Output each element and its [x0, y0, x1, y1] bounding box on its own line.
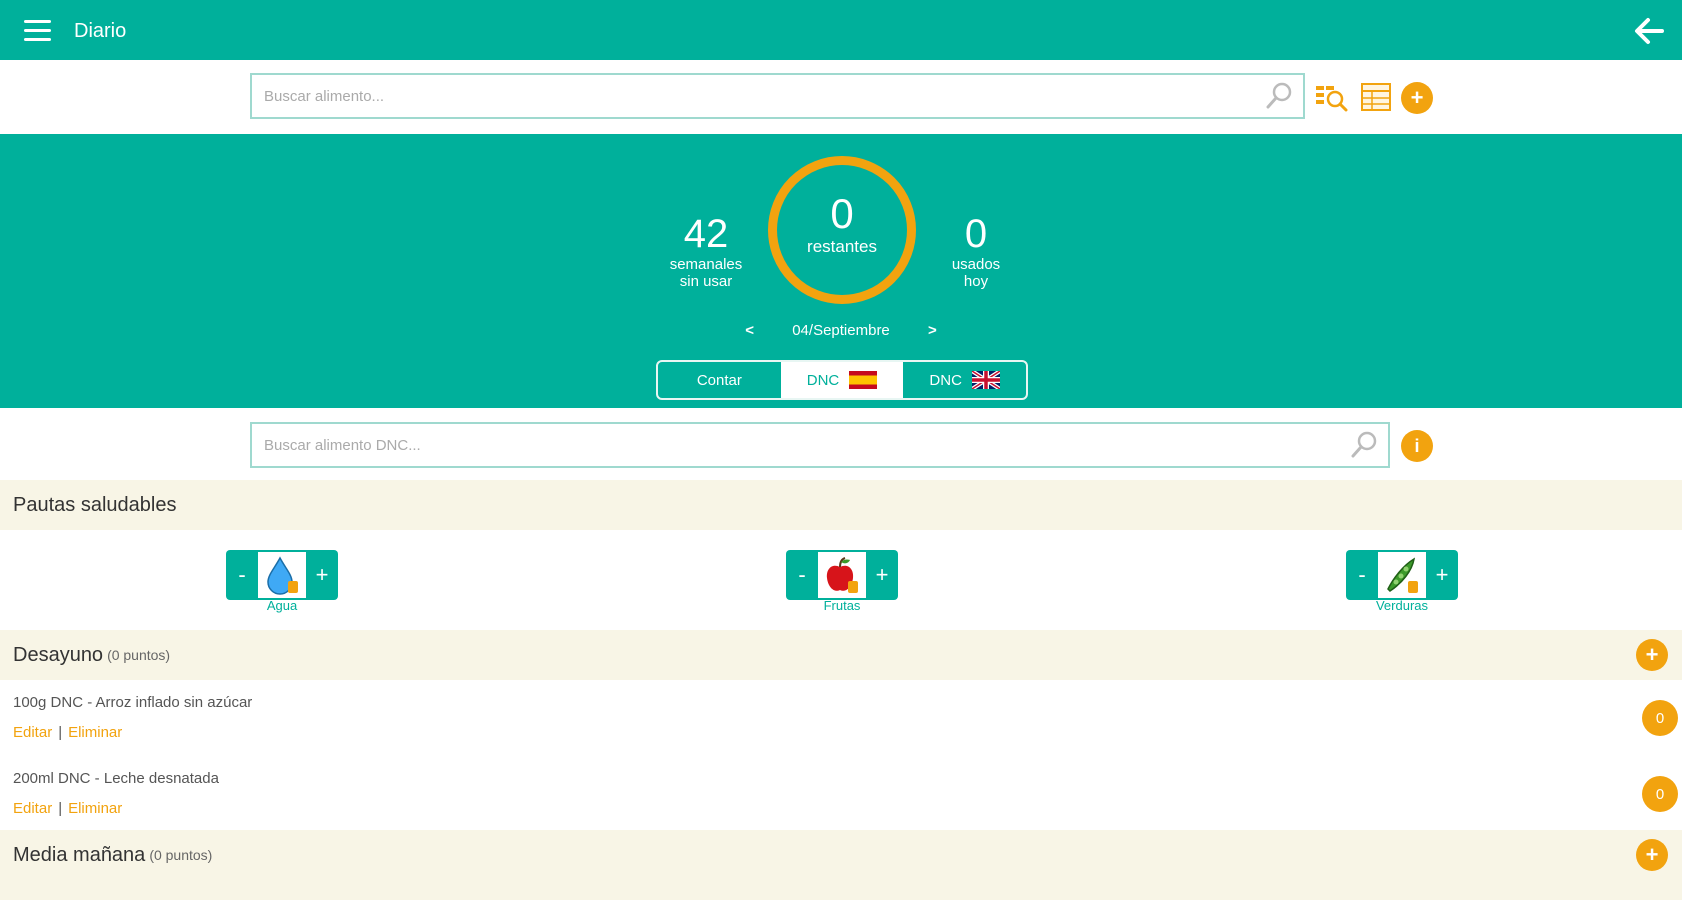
tab-contar[interactable]: Contar [658, 362, 781, 398]
edit-link[interactable]: Editar [13, 800, 52, 817]
fruit-counter: - + [786, 550, 898, 600]
next-day-button[interactable]: > [928, 322, 937, 339]
used-points: 0 usados hoy [926, 212, 1026, 290]
dnc-search-row: i [0, 408, 1682, 480]
healthy-guidelines-header: Pautas saludables [0, 480, 1682, 530]
tab-dnc-uk[interactable]: DNC [903, 362, 1026, 398]
uk-flag-icon [971, 371, 1000, 389]
vegetable-label: Verduras [1375, 598, 1429, 613]
fruit-decrement-button[interactable]: - [786, 550, 818, 600]
vegetable-decrement-button[interactable]: - [1346, 550, 1378, 600]
app-bar: Diario [0, 0, 1682, 60]
tab-dnc-spain-label: DNC [806, 371, 840, 389]
remaining-points-value: 0 [830, 190, 854, 237]
search-icon[interactable] [1348, 429, 1380, 461]
fruit-label: Frutas [823, 598, 861, 613]
link-separator: | [58, 724, 63, 741]
water-drop-icon [258, 550, 306, 600]
water-label: Agua [266, 598, 298, 613]
add-breakfast-button[interactable]: + [1636, 639, 1668, 671]
used-points-label-2: hoy [963, 273, 989, 290]
delete-link[interactable]: Eliminar [68, 724, 122, 741]
food-item-actions: Editar | Eliminar [13, 800, 122, 817]
remaining-points-ring: 0 restantes [768, 156, 916, 304]
food-item-points: 0 [1642, 776, 1678, 812]
breakfast-points: (0 puntos) [107, 647, 171, 663]
dnc-search-input[interactable] [252, 424, 1348, 466]
tab-dnc-uk-label: DNC [929, 371, 962, 389]
food-search-row: + [0, 60, 1682, 134]
mode-tabs: Contar DNC DNC [656, 360, 1028, 400]
food-search-input[interactable] [252, 75, 1263, 117]
food-item-actions: Editar | Eliminar [13, 724, 122, 741]
spain-flag-icon [849, 371, 878, 389]
edit-link[interactable]: Editar [13, 724, 52, 741]
date-navigator: < 04/Septiembre > [0, 322, 1682, 339]
delete-link[interactable]: Eliminar [68, 800, 122, 817]
healthy-guidelines: - + - + - + [0, 530, 1682, 630]
points-summary: 42 semanales sin usar 0 restantes 0 usad… [0, 134, 1682, 408]
fruit-increment-button[interactable]: + [866, 550, 898, 600]
info-icon[interactable]: i [1401, 430, 1433, 462]
page-title: Diario [74, 20, 127, 42]
current-date: 04/Septiembre [792, 322, 890, 339]
used-points-label-1: usados [951, 256, 1001, 273]
add-food-button[interactable]: + [1401, 82, 1433, 114]
next-section-header [0, 880, 1682, 900]
mid-morning-title: Media mañana [13, 843, 146, 866]
healthy-guidelines-title: Pautas saludables [13, 493, 177, 516]
list-item: 200ml DNC - Leche desnatada Editar | Elimi… [0, 756, 1682, 832]
remaining-points-label: restantes [807, 237, 877, 256]
weekly-points-label-2: sin usar [679, 273, 733, 290]
water-decrement-button[interactable]: - [226, 550, 258, 600]
back-arrow-icon[interactable] [1632, 14, 1666, 48]
add-mid-morning-button[interactable]: + [1636, 839, 1668, 871]
mid-morning-header: Media mañana (0 puntos) + [0, 830, 1682, 880]
food-item-name: 100g DNC - Arroz inflado sin azúcar [13, 694, 253, 711]
breakfast-header: Desayuno (0 puntos) + [0, 630, 1682, 680]
vegetable-counter: - + [1346, 550, 1458, 600]
tab-dnc-spain[interactable]: DNC [780, 362, 904, 398]
list-item: 100g DNC - Arroz inflado sin azúcar Edit… [0, 680, 1682, 756]
menu-icon[interactable] [24, 20, 51, 42]
weekly-points-label-1: semanales [669, 256, 743, 273]
vegetable-increment-button[interactable]: + [1426, 550, 1458, 600]
water-increment-button[interactable]: + [306, 550, 338, 600]
search-icon[interactable] [1263, 80, 1295, 112]
food-item-name: 200ml DNC - Leche desnatada [13, 770, 219, 787]
water-counter: - + [226, 550, 338, 600]
weekly-points-value: 42 [683, 212, 729, 256]
tab-contar-label: Contar [696, 371, 742, 389]
food-search-box [250, 73, 1305, 119]
dnc-search-box [250, 422, 1390, 468]
mid-morning-points: (0 puntos) [149, 847, 213, 863]
food-item-points: 0 [1642, 700, 1678, 736]
apple-icon [818, 550, 866, 600]
table-icon[interactable] [1359, 80, 1393, 114]
advanced-search-icon[interactable] [1314, 80, 1348, 114]
previous-day-button[interactable]: < [745, 322, 754, 339]
pea-pod-icon [1378, 550, 1426, 600]
link-separator: | [58, 800, 63, 817]
weekly-points: 42 semanales sin usar [656, 212, 756, 290]
breakfast-title: Desayuno [13, 643, 104, 666]
used-points-value: 0 [964, 212, 988, 256]
